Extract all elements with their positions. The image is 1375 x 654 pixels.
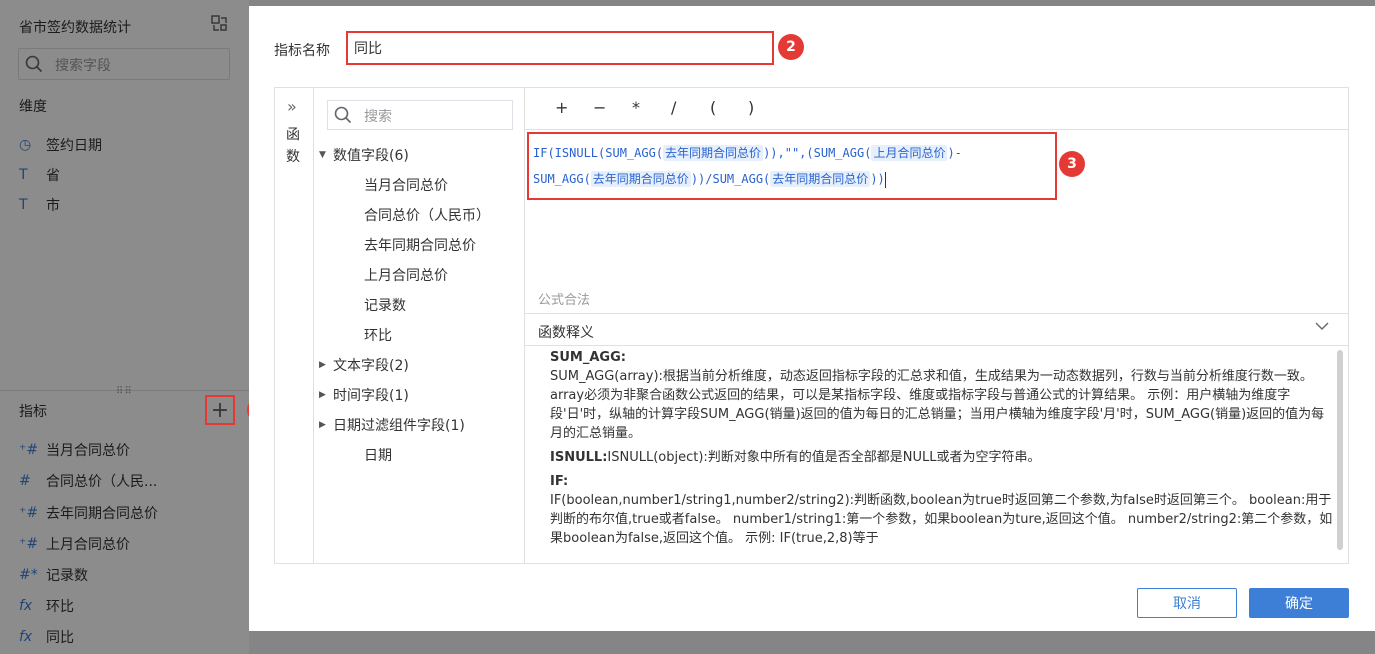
function-explain-body: SUM_AGG: SUM_AGG(array):根据当前分析维度，动态返回指标字… — [550, 348, 1335, 562]
formula-token: SUM_AGG( — [533, 172, 591, 186]
tree-field-item[interactable]: 记录数 — [364, 295, 406, 315]
metric-name-label: 指标名称 — [274, 43, 330, 59]
tree-group-label: 时间字段(1) — [333, 388, 409, 404]
caret-right-icon: ▶ — [319, 360, 326, 370]
formula-editor: » 函数 搜索 ▼ 数值字段(6) 当月合同总价 合同总价（人民币） 去年同期合… — [274, 87, 1349, 564]
text-caret — [884, 171, 886, 188]
function-name: SUM_AGG: — [550, 350, 626, 365]
function-explain-header[interactable]: 函数释义 — [525, 313, 1348, 346]
tree-field-item[interactable]: 去年同期合同总价 — [364, 235, 476, 255]
tree-group-date-filter[interactable]: ▶ 日期过滤组件字段(1) — [319, 414, 465, 436]
formula-field-chip[interactable]: 去年同期合同总价 — [770, 171, 871, 187]
right-paren-button[interactable]: ) — [748, 98, 754, 117]
formula-field-chip[interactable]: 上月合同总价 — [871, 145, 948, 161]
functions-label: 函数 — [286, 127, 300, 165]
formula-line-2: SUM_AGG(去年同期合同总价))/SUM_AGG(去年同期合同总价)) — [533, 166, 1051, 192]
search-placeholder: 搜索 — [364, 109, 392, 125]
formula-field-chip[interactable]: 去年同期合同总价 — [663, 145, 764, 161]
tree-group-label: 数值字段(6) — [333, 148, 409, 164]
metric-name-input[interactable] — [346, 31, 774, 65]
step-badge-3: 3 — [1059, 151, 1085, 177]
explain-scrollbar[interactable] — [1337, 350, 1343, 550]
tree-group-numeric[interactable]: ▼ 数值字段(6) — [319, 144, 409, 166]
field-panel: 搜索 ▼ 数值字段(6) 当月合同总价 合同总价（人民币） 去年同期合同总价 上… — [314, 88, 525, 563]
formula-textarea[interactable]: IF(ISNULL(SUM_AGG(去年同期合同总价)),"",(SUM_AGG… — [527, 132, 1057, 200]
formula-line-1: IF(ISNULL(SUM_AGG(去年同期合同总价)),"",(SUM_AGG… — [533, 140, 1051, 166]
tree-field-item[interactable]: 上月合同总价 — [364, 265, 448, 285]
tree-field-item[interactable]: 环比 — [364, 325, 392, 345]
function-desc: ISNULL(object):判断对象中所有的值是否全部都是NULL或者为空字符… — [607, 450, 1041, 465]
formula-field-chip[interactable]: 去年同期合同总价 — [590, 171, 691, 187]
caret-right-icon: ▶ — [319, 390, 326, 400]
multiply-operator-button[interactable]: * — [632, 98, 640, 117]
function-name: ISNULL: — [550, 450, 608, 465]
confirm-button[interactable]: 确定 — [1249, 588, 1349, 618]
double-chevron-right-icon: » — [287, 97, 297, 116]
caret-down-icon: ▼ — [319, 150, 326, 160]
tree-field-item[interactable]: 合同总价（人民币） — [364, 205, 490, 225]
tree-group-text[interactable]: ▶ 文本字段(2) — [319, 354, 409, 376]
formula-dialog: 指标名称 2 » 函数 搜索 ▼ 数值字段(6) 当月合同总价 合同总价（人民币… — [249, 6, 1375, 631]
tree-field-item[interactable]: 日期 — [364, 445, 392, 465]
tree-group-time[interactable]: ▶ 时间字段(1) — [319, 384, 409, 406]
formula-token: )- — [947, 146, 962, 160]
function-name: IF: — [550, 474, 569, 489]
formula-token: ))/SUM_AGG( — [690, 172, 771, 186]
explain-title: 函数释义 — [538, 325, 594, 341]
search-icon — [334, 106, 352, 128]
tree-group-label: 日期过滤组件字段(1) — [333, 418, 465, 434]
function-desc: IF(boolean,number1/string1,number2/strin… — [550, 493, 1333, 546]
field-search-input[interactable]: 搜索 — [327, 100, 513, 130]
divide-operator-button[interactable]: / — [671, 98, 676, 117]
cancel-button[interactable]: 取消 — [1137, 588, 1237, 618]
tree-group-label: 文本字段(2) — [333, 358, 409, 374]
left-paren-button[interactable]: ( — [710, 98, 716, 117]
formula-token: IF(ISNULL(SUM_AGG( — [533, 146, 664, 160]
minus-operator-button[interactable]: − — [593, 98, 606, 117]
tree-field-item[interactable]: 当月合同总价 — [364, 175, 448, 195]
plus-operator-button[interactable]: + — [555, 98, 568, 117]
caret-right-icon: ▶ — [319, 420, 326, 430]
formula-token: )),"",(SUM_AGG( — [763, 146, 872, 160]
formula-token: )) — [870, 172, 885, 186]
add-measure-highlight[interactable] — [205, 395, 235, 425]
formula-valid-status: 公式合法 — [538, 293, 591, 308]
step-badge-2: 2 — [778, 34, 804, 60]
chevron-down-icon — [1314, 318, 1330, 338]
function-panel-toggle[interactable]: » 函数 — [275, 88, 314, 563]
operator-toolbar: + − * / ( ) — [525, 88, 1348, 130]
function-desc: SUM_AGG(array):根据当前分析维度，动态返回指标字段的汇总求和值，生… — [550, 369, 1325, 441]
